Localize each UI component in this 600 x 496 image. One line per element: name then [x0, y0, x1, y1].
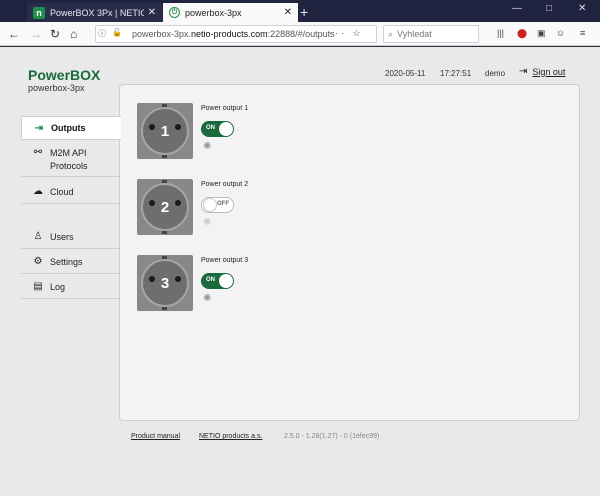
maximize-button[interactable]: □: [546, 3, 552, 14]
new-tab-button[interactable]: +: [300, 4, 308, 20]
url-host: netio-products.com: [191, 29, 268, 39]
log-icon: ▤: [33, 281, 43, 292]
search-input[interactable]: ⌕ Vyhledat: [383, 25, 479, 43]
toggle-state: OFF: [217, 201, 229, 207]
url-prefix: powerbox-3px.: [132, 29, 192, 39]
navigation-bar: ← → ↻ ⌂ powerbox-3px. netio-products.com:…: [0, 22, 600, 46]
toggle-knob: [203, 198, 217, 212]
product-manual-link[interactable]: Product manual: [131, 433, 180, 440]
account-icon[interactable]: ☺: [556, 28, 565, 38]
site-info-icon[interactable]: ⓘ: [98, 28, 106, 39]
powerbox-page: PowerBOX powerbox-3px 2020-05-11 17:27:5…: [0, 47, 600, 496]
toggle-knob: [219, 274, 233, 288]
adblock-icon[interactable]: ⬤: [517, 28, 527, 39]
sign-out-label: Sign out: [532, 66, 566, 77]
output-2-label: Power output 2: [201, 181, 249, 188]
outputs-panel: 1 Power output 1 ON ✺ 2 Power output 2 O…: [119, 84, 580, 421]
toggle-state: ON: [206, 277, 215, 283]
browser-window: n PowerBOX 3Px | NETIO products ✕ ⏻ powe…: [0, 0, 600, 496]
output-1-label: Power output 1: [201, 105, 249, 112]
sidebar-item-cloud[interactable]: ☁ Cloud: [21, 180, 119, 204]
tab-label: powerbox-3px: [185, 7, 242, 18]
search-placeholder: Vyhledat: [397, 29, 432, 39]
sidebar-item-label: Settings: [50, 256, 83, 267]
sidebar-item-label: Cloud: [50, 186, 74, 197]
socket-2: 2: [137, 179, 193, 235]
user-icon: ♙: [33, 231, 43, 242]
socket-pin: [175, 276, 181, 282]
power-favicon-icon: ⏻: [169, 7, 180, 18]
socket-number: 1: [160, 122, 170, 140]
sign-out-icon: ⇥: [519, 66, 528, 77]
gear-icon: ⚙: [33, 256, 43, 267]
tab-powerbox-3px-netio[interactable]: n PowerBOX 3Px | NETIO products ✕: [27, 3, 162, 22]
insecure-lock-icon[interactable]: 🔓: [112, 28, 122, 37]
sign-out-link[interactable]: ⇥ Sign out: [519, 66, 565, 77]
header-user: demo: [485, 69, 506, 78]
socket-pin: [175, 200, 181, 206]
page-actions-icon[interactable]: ··· ☆: [329, 28, 364, 39]
sidebar-item-users[interactable]: ♙ Users: [21, 225, 119, 249]
socket-number: 2: [160, 198, 170, 216]
output-3-label: Power output 3: [201, 257, 249, 264]
close-tab-icon[interactable]: ✕: [148, 7, 156, 18]
socket-pin: [175, 124, 181, 130]
socket-face: 1: [141, 107, 189, 155]
sidebar-item-log[interactable]: ▤ Log: [21, 275, 119, 299]
menu-icon[interactable]: ≡: [580, 28, 585, 38]
tab-label: PowerBOX 3Px | NETIO products: [50, 7, 144, 18]
sidebar-item-label: Users: [50, 231, 74, 242]
sidebar-item-label: Outputs: [51, 123, 86, 133]
sidebar-item-settings[interactable]: ⚙ Settings: [21, 250, 119, 274]
url-rest: :22888/#/outputs: [267, 29, 335, 39]
socket-pin: [149, 276, 155, 282]
reload-button[interactable]: ↻: [50, 27, 60, 41]
loading-spinner-icon: ✺: [203, 293, 212, 304]
close-tab-icon[interactable]: ✕: [284, 7, 292, 18]
minimize-button[interactable]: —: [512, 3, 522, 14]
sidebar-item-label: M2M API Protocols: [50, 148, 88, 171]
brand-title: PowerBOX: [28, 67, 101, 83]
socket-number: 3: [160, 274, 170, 292]
output-3-toggle[interactable]: ON: [201, 273, 234, 289]
socket-1: 1: [137, 103, 193, 159]
cloud-icon: ☁: [33, 186, 43, 197]
firmware-version: 2.5.0 - 1.28(1.27) - 0 (1efec99): [284, 433, 380, 440]
sidebar-item-m2m-api-protocols[interactable]: ⚯ M2M API Protocols: [21, 141, 119, 177]
loading-spinner-icon: ✺: [203, 217, 212, 228]
socket-pin: [149, 200, 155, 206]
loading-spinner-icon: ✺: [203, 141, 212, 152]
socket-pin: [149, 124, 155, 130]
socket-face: 2: [141, 183, 189, 231]
header-time: 17:27:51: [440, 69, 472, 78]
sidebar-item-label: Log: [50, 281, 66, 292]
output-2-toggle[interactable]: OFF: [201, 197, 234, 213]
close-window-button[interactable]: ✕: [578, 3, 586, 14]
toggle-knob: [219, 122, 233, 136]
sign-in-icon: ⇥: [34, 122, 44, 134]
device-name: powerbox-3px: [28, 83, 85, 93]
socket-3: 3: [137, 255, 193, 311]
sidebar-icon[interactable]: ▣: [537, 28, 546, 39]
toggle-state: ON: [206, 125, 215, 131]
back-button[interactable]: ←: [8, 27, 20, 41]
forward-button[interactable]: →: [30, 27, 42, 41]
header-date: 2020-05-11: [385, 69, 426, 78]
socket-face: 3: [141, 259, 189, 307]
connection-icon: ⚯: [33, 147, 43, 158]
output-1-toggle[interactable]: ON: [201, 121, 234, 137]
search-icon: ⌕: [388, 28, 394, 39]
tab-powerbox-3px[interactable]: ⏻ powerbox-3px ✕: [163, 3, 298, 22]
company-link[interactable]: NETIO products a.s.: [199, 433, 262, 440]
home-button[interactable]: ⌂: [70, 27, 77, 41]
library-icon[interactable]: |||: [497, 28, 504, 38]
sidebar-item-outputs[interactable]: ⇥ Outputs: [21, 116, 121, 140]
tab-bar: n PowerBOX 3Px | NETIO products ✕ ⏻ powe…: [0, 0, 600, 22]
netio-favicon-icon: n: [33, 6, 45, 19]
